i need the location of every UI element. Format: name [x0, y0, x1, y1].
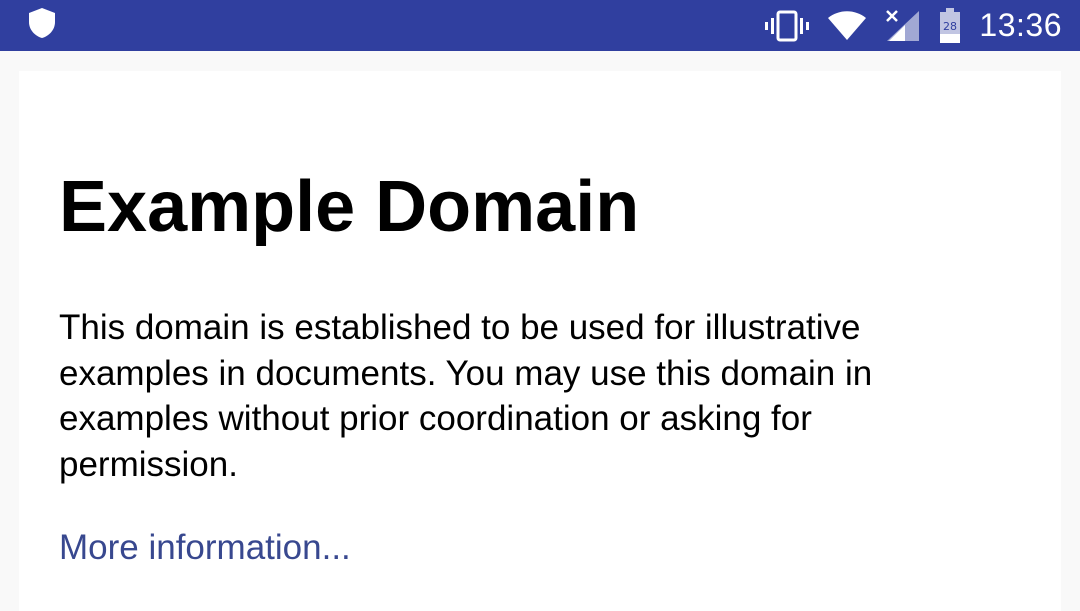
status-icons: 28 13:36 [765, 0, 1062, 51]
shield-icon [27, 7, 57, 39]
vibrate-icon [765, 10, 810, 42]
battery-level-text: 28 [943, 20, 957, 33]
page-content: Example Domain This domain is establishe… [19, 71, 1061, 611]
page-title: Example Domain [59, 167, 640, 247]
status-bar: 28 13:36 [0, 0, 1080, 51]
wifi-icon [827, 10, 867, 42]
page-description: This domain is established to be used fo… [59, 308, 873, 484]
clock: 13:36 [979, 7, 1062, 43]
battery-icon: 28 [939, 7, 961, 44]
cell-signal-no-data-icon [885, 9, 921, 43]
more-information-link[interactable]: More information... [59, 525, 351, 571]
